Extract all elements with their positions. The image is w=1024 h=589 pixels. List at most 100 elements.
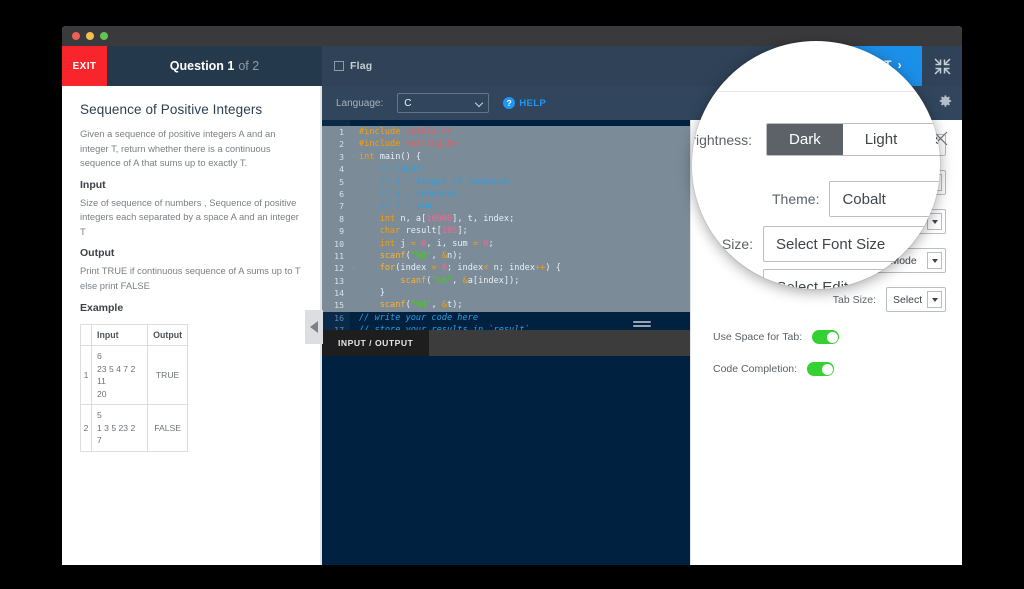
magnified-brightness-row: Brightness: Dark Light st (692, 123, 940, 156)
example-heading: Example (80, 301, 124, 314)
code-text: #include <string.h> (359, 139, 458, 150)
chevron-left-icon (310, 321, 318, 333)
code-text: int n, a[10000], t, index; (379, 213, 515, 224)
code-text: } (359, 288, 385, 299)
magnifier-content: tings Brightness: Dark Light st Theme: C… (692, 41, 940, 289)
magnified-contrast-option[interactable]: st (919, 124, 940, 155)
flag-label: Flag (350, 60, 373, 72)
fold-toggle-icon[interactable]: - (350, 151, 357, 163)
code-completion-label: Code Completion: (713, 363, 798, 375)
magnified-theme-label: Theme: (772, 191, 820, 207)
code-text: // write your code here (359, 312, 478, 323)
code-text: // a : sequence (379, 188, 458, 199)
question-column: EXIT Question 1 of 2 Sequence of Positiv… (62, 46, 322, 565)
magnifier-overlay: tings Brightness: Dark Light st Theme: C… (692, 41, 940, 289)
line-number: 10 (334, 238, 344, 249)
flag-checkbox[interactable] (334, 61, 344, 71)
magnified-brightness-label: Brightness: (692, 131, 753, 148)
editor-resize-grip[interactable] (633, 320, 651, 328)
exit-button[interactable]: EXIT (62, 46, 107, 86)
line-number: 2 (339, 139, 344, 150)
language-select[interactable]: C (397, 93, 490, 113)
help-link[interactable]: ? HELP (503, 97, 546, 109)
screen: EXIT Question 1 of 2 Sequence of Positiv… (0, 0, 1024, 589)
gear-icon (938, 94, 952, 113)
magnified-font-size-select[interactable]: Select Font Size (763, 226, 940, 262)
row-input: 6 23 5 4 7 2 11 20 (90, 345, 149, 406)
line-number: 4 (339, 164, 344, 175)
input-text: Size of sequence of numbers , Sequence o… (80, 196, 299, 237)
magnified-editor-mode-label: Editor Mode: (692, 279, 754, 289)
flag-question-control[interactable]: Flag (334, 60, 372, 72)
use-space-toggle[interactable] (812, 330, 840, 344)
magnified-theme-select[interactable]: Cobalt (829, 181, 940, 217)
maximize-window-button[interactable] (100, 32, 108, 40)
code-text: scanf("%d", &t); (379, 300, 463, 311)
col-output: Output (147, 323, 188, 347)
code-text: char result[105]; (379, 226, 468, 237)
line-number: 13 (334, 275, 344, 286)
line-number: 3 (339, 151, 344, 162)
row-output: FALSE (147, 404, 188, 452)
col-index (80, 323, 92, 347)
help-label: HELP (519, 97, 547, 109)
row-index: 2 (80, 404, 92, 452)
line-number: 11 (334, 250, 344, 261)
row-index: 1 (80, 345, 92, 406)
table-row: 1 6 23 5 4 7 2 11 20 TRUE (80, 345, 188, 406)
language-label: Language: (336, 97, 384, 109)
input-heading: Input (80, 178, 106, 191)
code-text: // n : length of sequence (379, 176, 510, 187)
use-space-label: Use Space for Tab: (713, 331, 803, 343)
tab-size-select[interactable]: Select (886, 287, 946, 312)
close-window-button[interactable] (72, 32, 80, 40)
magnified-dark-option[interactable]: Dark (767, 124, 843, 155)
code-completion-row: Code Completion: (707, 362, 946, 376)
output-heading: Output (80, 247, 115, 260)
line-number: 7 (339, 201, 344, 212)
line-number: 6 (339, 188, 344, 199)
tab-input-output[interactable]: INPUT / OUTPUT (322, 329, 430, 356)
magnified-theme-row: Theme: Cobalt (772, 181, 940, 217)
line-number: 9 (339, 226, 344, 237)
collapse-panel-handle[interactable] (305, 310, 323, 344)
magnified-light-option[interactable]: Light (842, 124, 920, 155)
code-text: // input: (379, 164, 427, 175)
row-output: TRUE (147, 345, 188, 406)
example-table: Input Output 1 6 23 5 4 7 2 11 20 TRUE 2… (80, 323, 188, 452)
tab-size-row: Tab Size: Select (707, 287, 946, 312)
line-number: 1 (339, 127, 344, 137)
magnified-editor-mode-row: Editor Mode: Select Editor M (692, 269, 940, 289)
code-text: #include <stdio.h> (359, 127, 453, 137)
line-number: 5 (339, 176, 344, 187)
output-text: Print TRUE if continuous sequence of A s… (80, 265, 301, 292)
chevron-down-icon[interactable] (927, 291, 942, 308)
line-number: 12 (334, 263, 344, 274)
table-row: 2 5 1 3 5 23 2 7 FALSE (80, 404, 188, 452)
col-input: Input (90, 323, 149, 347)
magnified-brightness-control[interactable]: Dark Light st (766, 123, 940, 156)
chevron-down-icon (475, 98, 484, 108)
exam-header: EXIT Question 1 of 2 (62, 46, 322, 86)
fold-toggle-icon[interactable]: - (350, 262, 357, 274)
code-text: scanf("%d", &a[index]); (400, 275, 520, 286)
question-panel: Sequence of Positive Integers Given a se… (62, 86, 322, 565)
question-indicator: Question 1 of 2 (107, 46, 322, 86)
row-input: 5 1 3 5 23 2 7 (90, 404, 149, 452)
code-completion-toggle[interactable] (807, 362, 835, 376)
code-text: int main() { (359, 151, 422, 162)
page-title: Sequence of Positive Integers (80, 102, 263, 117)
magnifier-divider (692, 91, 940, 92)
magnified-editor-mode-select[interactable]: Select Editor M (763, 269, 940, 289)
use-space-for-tab-row: Use Space for Tab: (707, 330, 946, 344)
question-number: Question 1 (169, 59, 235, 73)
code-text: // t : sum (379, 201, 432, 212)
code-text: scanf("%d", &n); (379, 250, 463, 261)
line-number: 8 (339, 213, 344, 224)
question-description: Given a sequence of positive integers A … (80, 128, 276, 169)
magnified-font-size-label: Font Size: (692, 236, 754, 252)
language-value: C (404, 97, 412, 109)
minimize-window-button[interactable] (86, 32, 94, 40)
line-number: 15 (334, 300, 344, 311)
tab-size-label: Tab Size: (832, 293, 876, 306)
